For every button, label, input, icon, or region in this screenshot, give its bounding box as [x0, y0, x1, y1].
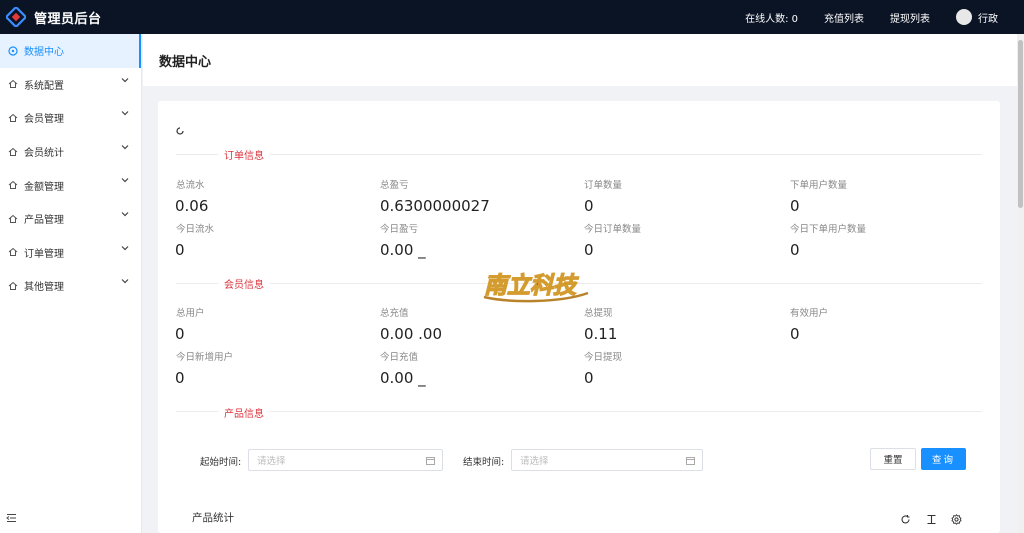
stat-value: 0.6300000027 — [380, 197, 490, 215]
section-title-member: 会员信息 — [218, 276, 270, 291]
house-icon — [6, 147, 20, 157]
start-time-label: 起始时间: — [200, 457, 242, 468]
loading-icon — [175, 121, 185, 140]
chevron-down-icon — [121, 277, 129, 288]
end-time-label: 结束时间: — [463, 457, 505, 468]
chevron-down-icon — [121, 210, 129, 221]
stat-value: 0 — [790, 241, 800, 259]
start-time-placeholder: 请选择 — [257, 456, 286, 467]
sidebar-item-member-manage[interactable]: 会员管理 — [0, 101, 141, 135]
chevron-down-icon — [121, 109, 129, 120]
dashboard-card: 订单信息 总流水 0.06 总盈亏 0.6300000027 订单数量 0 下单… — [158, 101, 1000, 533]
sidebar-item-other-manage[interactable]: 其他管理 — [0, 269, 141, 303]
refresh-icon[interactable] — [900, 510, 911, 529]
chevron-down-icon — [121, 244, 129, 255]
logo-icon — [4, 5, 28, 29]
query-button[interactable]: 查询 — [921, 448, 966, 470]
page-title: 数据中心 — [159, 54, 212, 70]
sidebar-item-label: 系统配置 — [24, 80, 64, 92]
watermark-text: 南立科技 — [484, 273, 579, 299]
product-stats-title: 产品统计 — [192, 512, 234, 524]
calendar-icon — [426, 456, 435, 468]
sidebar-item-data-center[interactable]: 数据中心 — [0, 34, 141, 68]
dashboard-icon — [6, 46, 20, 56]
reset-button[interactable]: 重置 — [870, 448, 916, 470]
stat-value: 0 — [175, 325, 185, 343]
collapse-menu-icon[interactable] — [6, 508, 17, 527]
stat-label: 今日提现 — [584, 352, 623, 363]
stat-value: 0.11 — [584, 325, 618, 343]
avatar — [956, 9, 972, 25]
stat-value: 0 — [584, 241, 594, 259]
house-icon — [6, 214, 20, 224]
sidebar-item-amount-manage[interactable]: 金额管理 — [0, 168, 141, 202]
stat-label: 订单数量 — [584, 180, 623, 191]
scrollbar-thumb[interactable] — [1018, 40, 1023, 208]
sidebar-item-member-stats[interactable]: 会员统计 — [0, 135, 141, 169]
stat-label: 今日流水 — [176, 224, 215, 235]
sidebar-item-product-manage[interactable]: 产品管理 — [0, 202, 141, 236]
section-title-order: 订单信息 — [218, 147, 270, 162]
stat-value: 0 — [175, 369, 185, 387]
top-bar: 管理员后台 在线人数: 0 充值列表 提现列表 行政 — [0, 0, 1024, 34]
user-menu[interactable]: 行政 — [956, 9, 998, 25]
stat-label: 下单用户数量 — [790, 180, 848, 191]
stat-value: 0 — [175, 241, 185, 259]
sidebar-item-label: 订单管理 — [24, 248, 64, 260]
house-icon — [6, 247, 20, 257]
user-name: 行政 — [978, 13, 998, 25]
stat-label: 今日下单用户数量 — [790, 224, 867, 235]
section-divider — [176, 411, 982, 412]
recharge-list-link[interactable]: 充值列表 — [824, 10, 864, 25]
section-divider — [176, 154, 982, 155]
stat-value: 0 — [790, 197, 800, 215]
calendar-icon — [686, 456, 695, 468]
stat-label: 今日盈亏 — [380, 224, 419, 235]
start-time-input[interactable]: 请选择 — [248, 449, 443, 471]
house-icon — [6, 113, 20, 123]
house-icon — [6, 281, 20, 291]
house-icon — [6, 180, 20, 190]
end-time-input[interactable]: 请选择 — [511, 449, 703, 471]
sidebar-item-label: 会员统计 — [24, 148, 64, 160]
sidebar-item-label: 产品管理 — [24, 215, 64, 227]
stat-value: 0 — [584, 369, 594, 387]
chevron-down-icon — [121, 76, 129, 87]
sidebar-item-label: 其他管理 — [24, 282, 64, 294]
stat-value: 0 — [584, 197, 594, 215]
stat-value: 0 — [790, 325, 800, 343]
page-header: 数据中心 — [143, 34, 1017, 86]
stat-value: 0.00 .00 — [380, 325, 443, 343]
end-time-placeholder: 请选择 — [520, 456, 549, 467]
watermark-logo: 南立科技 — [480, 263, 592, 305]
section-title-product: 产品信息 — [218, 405, 270, 420]
stat-value: 0.00 _ — [380, 241, 426, 259]
withdraw-list-link[interactable]: 提现列表 — [890, 10, 930, 25]
app-title: 管理员后台 — [34, 11, 102, 27]
sidebar-item-label: 金额管理 — [24, 181, 64, 193]
stat-label: 今日充值 — [380, 352, 419, 363]
sidebar-item-label: 数据中心 — [24, 47, 64, 59]
chevron-down-icon — [121, 176, 129, 187]
stat-label: 总盈亏 — [380, 180, 409, 191]
stat-label: 总提现 — [584, 308, 613, 319]
settings-icon[interactable] — [951, 510, 962, 529]
column-height-icon[interactable] — [926, 510, 937, 529]
house-icon — [6, 79, 20, 89]
stat-label: 总流水 — [176, 180, 205, 191]
stat-value: 0.00 _ — [380, 369, 426, 387]
stat-label: 总充值 — [380, 308, 409, 319]
stat-label: 总用户 — [176, 308, 205, 319]
logo[interactable]: 管理员后台 — [0, 0, 142, 34]
stat-value: 0.06 — [175, 197, 209, 215]
online-count: 在线人数: 0 — [745, 13, 798, 25]
sidebar-item-system-config[interactable]: 系统配置 — [0, 68, 141, 102]
sidebar-item-label: 会员管理 — [24, 114, 64, 126]
stat-label: 有效用户 — [790, 308, 829, 319]
stat-label: 今日新增用户 — [176, 352, 234, 363]
chevron-down-icon — [121, 143, 129, 154]
sidebar: 数据中心 系统配置 会员管理 会员统计 金额管理 产品管理 订单管理 其他管理 — [0, 34, 142, 533]
sidebar-item-order-manage[interactable]: 订单管理 — [0, 236, 141, 270]
stat-label: 今日订单数量 — [584, 224, 642, 235]
